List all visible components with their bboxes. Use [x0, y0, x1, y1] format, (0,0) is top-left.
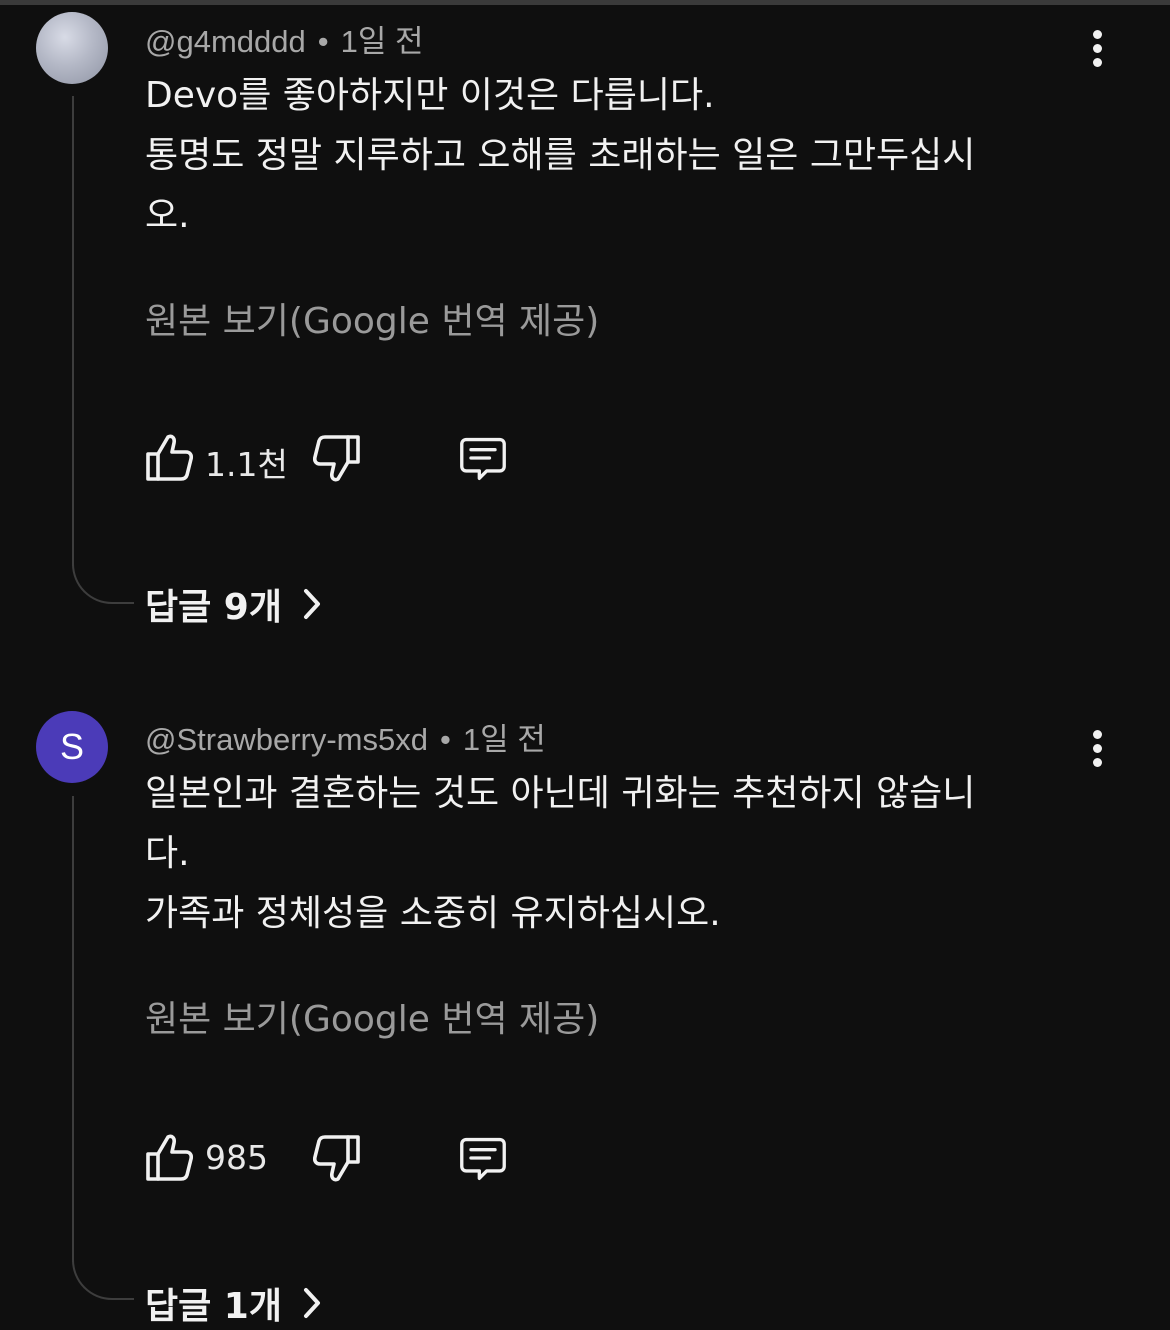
- meta-separator: •: [317, 24, 329, 59]
- see-original-link[interactable]: 원본 보기(Google 번역 제공): [145, 990, 599, 1042]
- like-count: 1.1천: [205, 445, 288, 484]
- comment-text: Devo를 좋아하지만 이것은 다릅니다. 통명도 정말 지루하고 오해를 초래…: [145, 66, 1075, 246]
- thumb-up-icon[interactable]: [145, 1132, 193, 1184]
- thumb-down-icon[interactable]: [313, 1132, 361, 1184]
- thread-line: [72, 796, 74, 1262]
- thumb-up-icon[interactable]: [145, 432, 193, 484]
- comment-line: 오.: [145, 195, 190, 236]
- comment-actions: 985: [145, 1132, 565, 1184]
- comment-icon[interactable]: [459, 432, 507, 484]
- thumb-down-icon[interactable]: [313, 432, 361, 484]
- chevron-right-icon: [303, 589, 320, 619]
- see-original-link[interactable]: 원본 보기(Google 번역 제공): [145, 292, 599, 344]
- replies-label: 답글 9개: [145, 587, 282, 628]
- comment-actions: 1.1천: [145, 432, 565, 484]
- comment-time[interactable]: 1일 전: [341, 24, 424, 59]
- avatar[interactable]: S: [36, 711, 108, 783]
- thread-connector: [72, 1260, 134, 1300]
- thread-connector: [72, 564, 134, 604]
- thread-line: [72, 96, 74, 566]
- comment-line: 통명도 정말 지루하고 오해를 초래하는 일은 그만두십시: [145, 135, 976, 176]
- more-vert-icon[interactable]: [1084, 28, 1112, 68]
- comment-icon[interactable]: [459, 1132, 507, 1184]
- meta-separator: •: [439, 722, 451, 757]
- author-name[interactable]: @Strawberry-ms5xd: [145, 722, 428, 757]
- comment-line: Devo를 좋아하지만 이것은 다릅니다.: [145, 75, 715, 116]
- view-replies-button[interactable]: 답글 9개: [145, 578, 322, 630]
- comment-line: 다.: [145, 833, 190, 874]
- like-count: 985: [205, 1138, 268, 1177]
- chevron-right-icon: [303, 1288, 320, 1318]
- comment-time[interactable]: 1일 전: [463, 722, 546, 757]
- comment-meta: @g4mdddd • 1일 전: [145, 16, 424, 61]
- author-name[interactable]: @g4mdddd: [145, 24, 306, 59]
- comment-meta: @Strawberry-ms5xd • 1일 전: [145, 714, 546, 759]
- comment-line: 일본인과 결혼하는 것도 아닌데 귀화는 추천하지 않습니: [145, 773, 976, 814]
- comment-line: 가족과 정체성을 소중히 유지하십시오.: [145, 893, 721, 934]
- avatar[interactable]: [36, 12, 108, 84]
- more-vert-icon[interactable]: [1084, 728, 1112, 768]
- replies-label: 답글 1개: [145, 1286, 282, 1327]
- top-divider: [0, 0, 1170, 5]
- view-replies-button[interactable]: 답글 1개: [145, 1277, 322, 1329]
- comment-text: 일본인과 결혼하는 것도 아닌데 귀화는 추천하지 않습니 다. 가족과 정체성…: [145, 764, 1075, 944]
